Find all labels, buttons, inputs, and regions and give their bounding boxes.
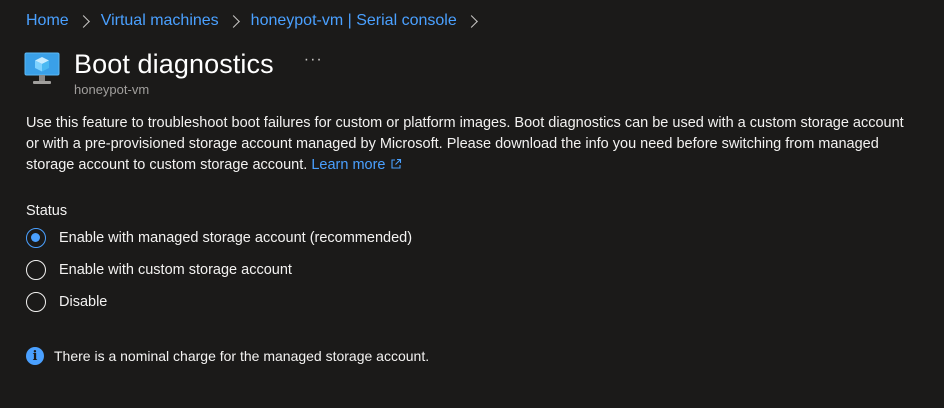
learn-more-link[interactable]: Learn more xyxy=(311,157,401,173)
radio-custom-storage[interactable]: Enable with custom storage account xyxy=(26,258,412,282)
radio-managed-storage[interactable]: Enable with managed storage account (rec… xyxy=(26,226,412,250)
external-link-icon xyxy=(390,158,401,169)
radio-label: Disable xyxy=(59,294,108,310)
page-header: Boot diagnostics ··· xyxy=(24,44,323,84)
radio-button-selected[interactable] xyxy=(26,228,46,248)
description-text: Use this feature to troubleshoot boot fa… xyxy=(26,115,904,173)
page-title: Boot diagnostics xyxy=(74,48,274,79)
info-icon: i xyxy=(26,347,44,365)
radio-label: Enable with managed storage account (rec… xyxy=(59,230,413,246)
chevron-right-icon xyxy=(226,14,240,28)
virtual-machine-icon xyxy=(24,52,60,84)
radio-disable[interactable]: Disable xyxy=(26,290,412,314)
more-options-button[interactable]: ··· xyxy=(304,51,323,69)
breadcrumb-home[interactable]: Home xyxy=(26,12,69,30)
info-text: There is a nominal charge for the manage… xyxy=(54,348,430,364)
chevron-right-icon xyxy=(464,14,478,28)
description: Use this feature to troubleshoot boot fa… xyxy=(26,113,906,176)
radio-button[interactable] xyxy=(26,260,46,280)
breadcrumb-virtual-machines[interactable]: Virtual machines xyxy=(101,12,219,30)
resource-name: honeypot-vm xyxy=(74,82,150,97)
learn-more-label: Learn more xyxy=(311,157,386,173)
chevron-right-icon xyxy=(76,14,90,28)
status-label: Status xyxy=(26,203,68,219)
radio-label: Enable with custom storage account xyxy=(59,262,292,278)
breadcrumb-serial-console[interactable]: honeypot-vm | Serial console xyxy=(251,12,457,30)
status-radio-group: Enable with managed storage account (rec… xyxy=(26,226,412,322)
breadcrumb: Home Virtual machines honeypot-vm | Seri… xyxy=(26,10,489,32)
info-message: i There is a nominal charge for the mana… xyxy=(26,347,429,365)
radio-button[interactable] xyxy=(26,292,46,312)
